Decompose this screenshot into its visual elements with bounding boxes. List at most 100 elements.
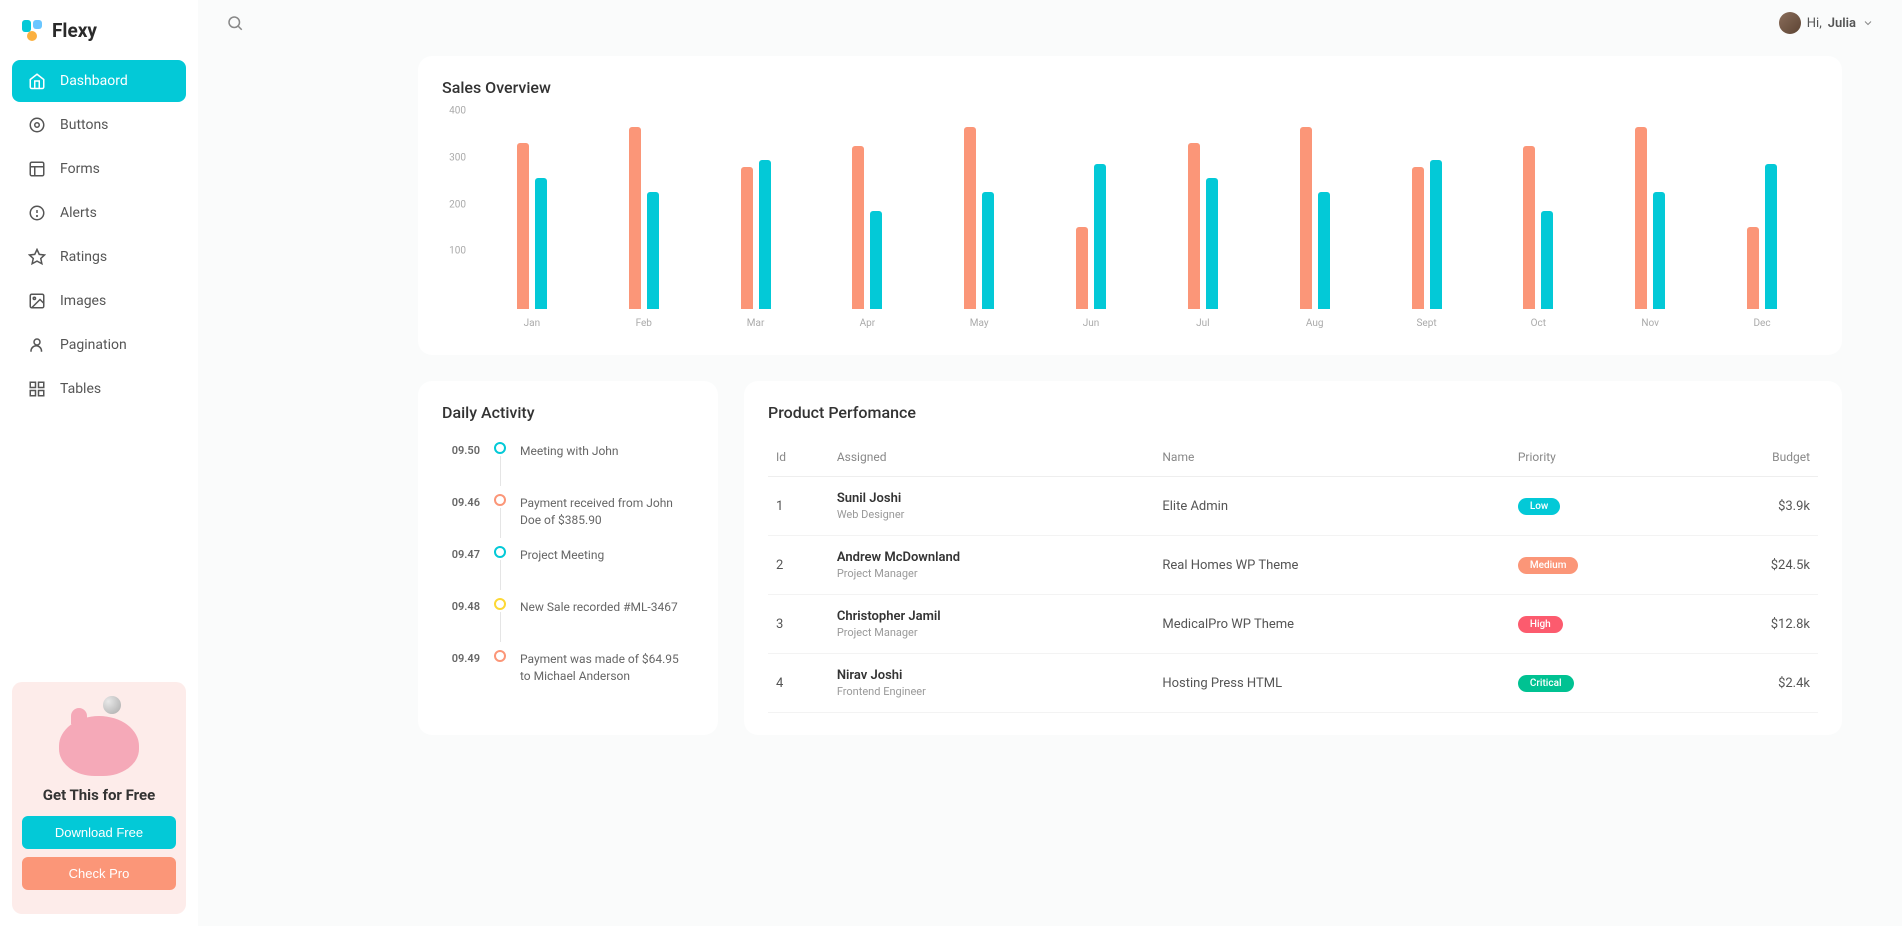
timeline-dot-icon xyxy=(494,650,506,662)
sidebar-item-tables[interactable]: Tables xyxy=(12,368,186,410)
topbar: Hi, Julia xyxy=(198,0,1902,46)
timeline-text: Meeting with John xyxy=(520,442,619,460)
x-label: May xyxy=(970,318,989,329)
bar xyxy=(741,167,753,309)
forms-icon xyxy=(28,160,46,178)
cell-budget: $24.5k xyxy=(1689,536,1818,595)
x-label: Jan xyxy=(524,318,540,329)
cell-assigned: Christopher JamilProject Manager xyxy=(829,595,1155,654)
check-pro-button[interactable]: Check Pro xyxy=(22,857,176,890)
bar-group: Apr xyxy=(852,146,882,309)
images-icon xyxy=(28,292,46,310)
x-label: Jun xyxy=(1083,318,1100,329)
bar-group: Jan xyxy=(517,143,547,309)
download-free-button[interactable]: Download Free xyxy=(22,816,176,849)
timeline: 09.50Meeting with John09.46Payment recei… xyxy=(442,442,694,685)
timeline-item: 09.48New Sale recorded #ML-3467 xyxy=(442,598,694,642)
x-label: Jul xyxy=(1196,318,1209,329)
sidebar-item-forms[interactable]: Forms xyxy=(12,148,186,190)
table-row: 3Christopher JamilProject ManagerMedical… xyxy=(768,595,1818,654)
x-label: Oct xyxy=(1531,318,1546,329)
avatar xyxy=(1779,12,1801,34)
bar-group: Sept xyxy=(1412,160,1442,309)
timeline-text: Payment received from John Doe of $385.9… xyxy=(520,494,690,529)
cell-priority: High xyxy=(1510,595,1689,654)
priority-badge: Low xyxy=(1518,498,1561,515)
promo-card: Get This for Free Download Free Check Pr… xyxy=(12,682,186,914)
table-header: Budget xyxy=(1689,438,1818,477)
timeline-time: 09.49 xyxy=(442,650,480,665)
priority-badge: Critical xyxy=(1518,675,1574,692)
bar xyxy=(1188,143,1200,309)
timeline-text: Project Meeting xyxy=(520,546,604,564)
timeline-item: 09.49 Payment was made of $64.95 to Micha… xyxy=(442,650,694,685)
bar xyxy=(759,160,771,309)
sidebar-item-alerts[interactable]: Alerts xyxy=(12,192,186,234)
dashbaord-icon xyxy=(28,72,46,90)
user-menu[interactable]: Hi, Julia xyxy=(1779,12,1874,34)
sidebar-item-images[interactable]: Images xyxy=(12,280,186,322)
bar-group: May xyxy=(964,127,994,309)
nav-label: Alerts xyxy=(60,205,97,221)
performance-table: IdAssignedNamePriorityBudget 1Sunil Josh… xyxy=(768,438,1818,713)
sidebar-item-pagination[interactable]: Pagination xyxy=(12,324,186,366)
y-tick: 200 xyxy=(449,199,466,210)
pagination-icon xyxy=(28,336,46,354)
cell-name: Hosting Press HTML xyxy=(1154,654,1510,713)
bar xyxy=(629,127,641,309)
ratings-icon xyxy=(28,248,46,266)
priority-badge: Medium xyxy=(1518,557,1579,574)
nav-menu: Dashbaord ButtonsForms Alerts Ratings Images… xyxy=(12,60,186,412)
cell-id: 4 xyxy=(768,654,829,713)
nav-label: Tables xyxy=(60,381,101,397)
sidebar: Flexy Dashbaord ButtonsForms Alerts Ratings… xyxy=(0,0,198,926)
cell-id: 1 xyxy=(768,477,829,536)
y-tick: 300 xyxy=(449,153,466,164)
table-row: 1Sunil JoshiWeb DesignerElite AdminLow$3… xyxy=(768,477,1818,536)
bar-group: Jun xyxy=(1076,164,1106,309)
bar xyxy=(1653,192,1665,309)
logo[interactable]: Flexy xyxy=(12,12,186,60)
sales-chart: 100200300400 JanFebMarAprMayJunJulAugSep… xyxy=(442,113,1818,333)
bar xyxy=(1094,164,1106,309)
piggy-bank-icon xyxy=(54,696,144,776)
timeline-line xyxy=(500,612,501,642)
timeline-item: 09.46 Payment received from John Doe of $… xyxy=(442,494,694,538)
timeline-dot-icon xyxy=(494,546,506,558)
bar xyxy=(1747,227,1759,309)
timeline-text: Payment was made of $64.95 to Michael An… xyxy=(520,650,690,685)
search-icon[interactable] xyxy=(226,14,244,32)
y-tick: 100 xyxy=(449,246,466,257)
table-header: Priority xyxy=(1510,438,1689,477)
nav-label: Pagination xyxy=(60,337,127,353)
sidebar-item-dashbaord[interactable]: Dashbaord xyxy=(12,60,186,102)
product-performance-card: Product Perfomance IdAssignedNamePriorit… xyxy=(744,381,1842,735)
nav-label: Dashbaord xyxy=(60,73,128,89)
bar xyxy=(1523,146,1535,309)
bar-group: Aug xyxy=(1300,127,1330,309)
timeline-line xyxy=(500,508,501,538)
nav-label: Images xyxy=(60,293,106,309)
bar-group: Dec xyxy=(1747,164,1777,309)
timeline-time: 09.46 xyxy=(442,494,480,509)
bar xyxy=(1541,211,1553,309)
cell-priority: Critical xyxy=(1510,654,1689,713)
content: Sales Overview 100200300400 JanFebMarApr… xyxy=(198,46,1902,801)
bar-group: Mar xyxy=(741,160,771,309)
promo-title: Get This for Free xyxy=(22,786,176,804)
cell-name: Elite Admin xyxy=(1154,477,1510,536)
sidebar-item-ratings[interactable]: Ratings xyxy=(12,236,186,278)
x-label: Aug xyxy=(1306,318,1324,329)
logo-text: Flexy xyxy=(52,19,97,42)
cell-priority: Medium xyxy=(1510,536,1689,595)
cell-assigned: Sunil JoshiWeb Designer xyxy=(829,477,1155,536)
bar xyxy=(1318,192,1330,309)
sidebar-item-buttons[interactable]: Buttons xyxy=(12,104,186,146)
bar xyxy=(517,143,529,309)
cell-name: Real Homes WP Theme xyxy=(1154,536,1510,595)
timeline-dot-icon xyxy=(494,494,506,506)
cell-assigned: Nirav JoshiFrontend Engineer xyxy=(829,654,1155,713)
x-label: Apr xyxy=(860,318,876,329)
bar-group: Jul xyxy=(1188,143,1218,309)
daily-activity-card: Daily Activity 09.50Meeting with John09.… xyxy=(418,381,718,735)
